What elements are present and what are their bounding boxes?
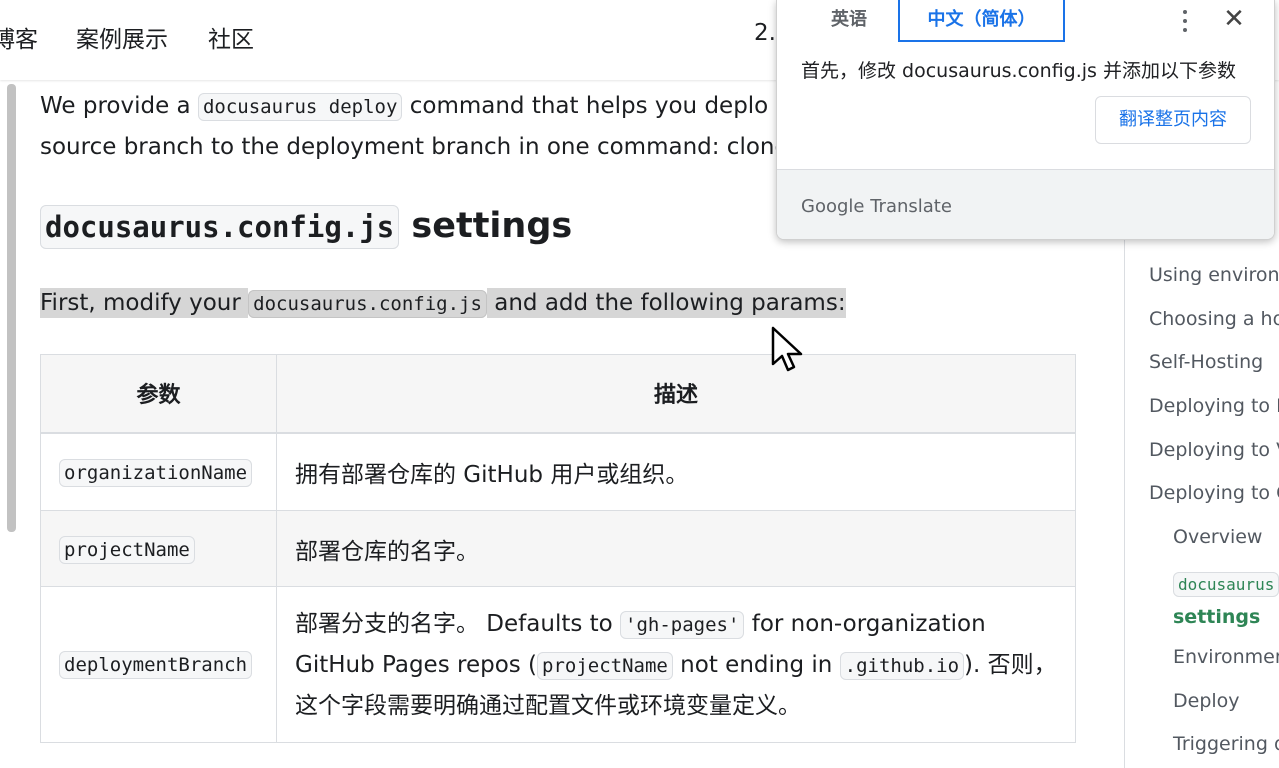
toc-item-deploying-g[interactable]: Deploying to G [1149, 482, 1279, 504]
page-scrollbar-thumb[interactable] [7, 84, 16, 532]
desc-text: 部署分支的名字。 Defaults to [295, 610, 621, 637]
translate-page-button[interactable]: 翻译整页内容 [1095, 96, 1251, 144]
toc-item-hosting[interactable]: Choosing a ho [1149, 308, 1279, 330]
highlighted-paragraph: First, modify your docusaurus.config.js … [40, 283, 846, 324]
brand-translate: Translate [864, 196, 952, 217]
heading-text: settings [399, 206, 573, 246]
inline-code-deploy: docusaurus deploy [197, 93, 403, 121]
translate-footer: Google Translate [777, 169, 1274, 239]
toc-subitem-environment[interactable]: Environmen [1173, 646, 1279, 668]
toc-subitem-deploy[interactable]: Deploy [1173, 690, 1240, 712]
params-table: 参数 描述 organizationName 拥有部署仓库的 GitHub 用户… [40, 354, 1076, 743]
heading-code: docusaurus.config.js [40, 205, 400, 249]
intro-paragraph: We provide a docusaurus deploy command t… [40, 86, 800, 167]
highlighted-text: First, modify your [40, 288, 249, 318]
brand-google: Google [801, 196, 865, 217]
table-cell-desc: 部署分支的名字。 Defaults to 'gh-pages' for non-… [276, 586, 1076, 743]
translate-language-tabs: 英语 中文（简体） ✕ [777, 0, 1274, 42]
table-row: deploymentBranch 部署分支的名字。 Defaults to 'g… [40, 586, 1076, 743]
toc-item-deploying-v[interactable]: Deploying to V [1149, 439, 1279, 461]
table-row: projectName 部署仓库的名字。 [40, 510, 1076, 587]
translated-text: 首先，修改 docusaurus.config.js 并添加以下参数 [801, 60, 1236, 82]
toc-subitem-settings-active[interactable]: docusaurus settings [1173, 568, 1279, 633]
table-cell-param: projectName [40, 510, 277, 587]
param-code: projectName [59, 535, 195, 564]
nav-link-showcase[interactable]: 案例展示 [76, 20, 168, 54]
toc-item-deploying-n[interactable]: Deploying to N [1149, 395, 1279, 417]
table-header-param: 参数 [40, 354, 277, 434]
desc-code: projectName [537, 651, 673, 680]
toc-subitem-triggering[interactable]: Triggering d [1173, 733, 1279, 755]
translate-popup: 英语 中文（简体） ✕ 首先，修改 docusaurus.config.js 并… [776, 0, 1275, 240]
desc-code: 'gh-pages' [620, 610, 745, 639]
nav-link-blog[interactable]: 博客 [0, 20, 38, 54]
highlighted-text-cont: and add the following params: [486, 288, 846, 318]
toc-active-code: docusaurus [1173, 572, 1279, 597]
table-cell-desc: 部署仓库的名字。 [276, 510, 1076, 587]
intro-text: We provide a [40, 93, 198, 119]
table-header-row: 参数 描述 [40, 354, 1076, 434]
param-code: deploymentBranch [59, 651, 253, 679]
table-row: organizationName 拥有部署仓库的 GitHub 用户或组织。 [40, 432, 1076, 511]
intro-text-line2: source branch to the deployment branch i… [40, 134, 789, 160]
table-header-desc: 描述 [276, 354, 1076, 434]
nav-link-community[interactable]: 社区 [208, 20, 254, 54]
google-translate-logo: Google Translate [801, 196, 952, 217]
mouse-cursor-icon [771, 326, 803, 372]
toc-subitem-overview[interactable]: Overview [1173, 526, 1262, 548]
intro-text-cont: command that helps you deplo [402, 93, 769, 119]
inline-code-config: docusaurus.config.js [248, 290, 487, 318]
toc-active-text: settings [1173, 606, 1261, 628]
section-heading: docusaurus.config.js settings [40, 205, 573, 249]
toc-item-environment[interactable]: Using environm [1149, 264, 1279, 286]
tab-target-language[interactable]: 中文（简体） [898, 0, 1065, 42]
tab-source-language[interactable]: 英语 [801, 0, 897, 42]
table-cell-desc: 拥有部署仓库的 GitHub 用户或组织。 [276, 432, 1076, 511]
more-vert-icon[interactable] [1173, 6, 1197, 36]
desc-code: .github.io [839, 651, 965, 680]
toc-item-self-hosting[interactable]: Self-Hosting [1149, 351, 1263, 373]
close-icon[interactable]: ✕ [1219, 4, 1249, 34]
param-code: organizationName [59, 458, 253, 487]
table-cell-param: deploymentBranch [40, 586, 277, 743]
table-cell-param: organizationName [40, 432, 277, 511]
desc-text: not ending in [672, 651, 840, 678]
